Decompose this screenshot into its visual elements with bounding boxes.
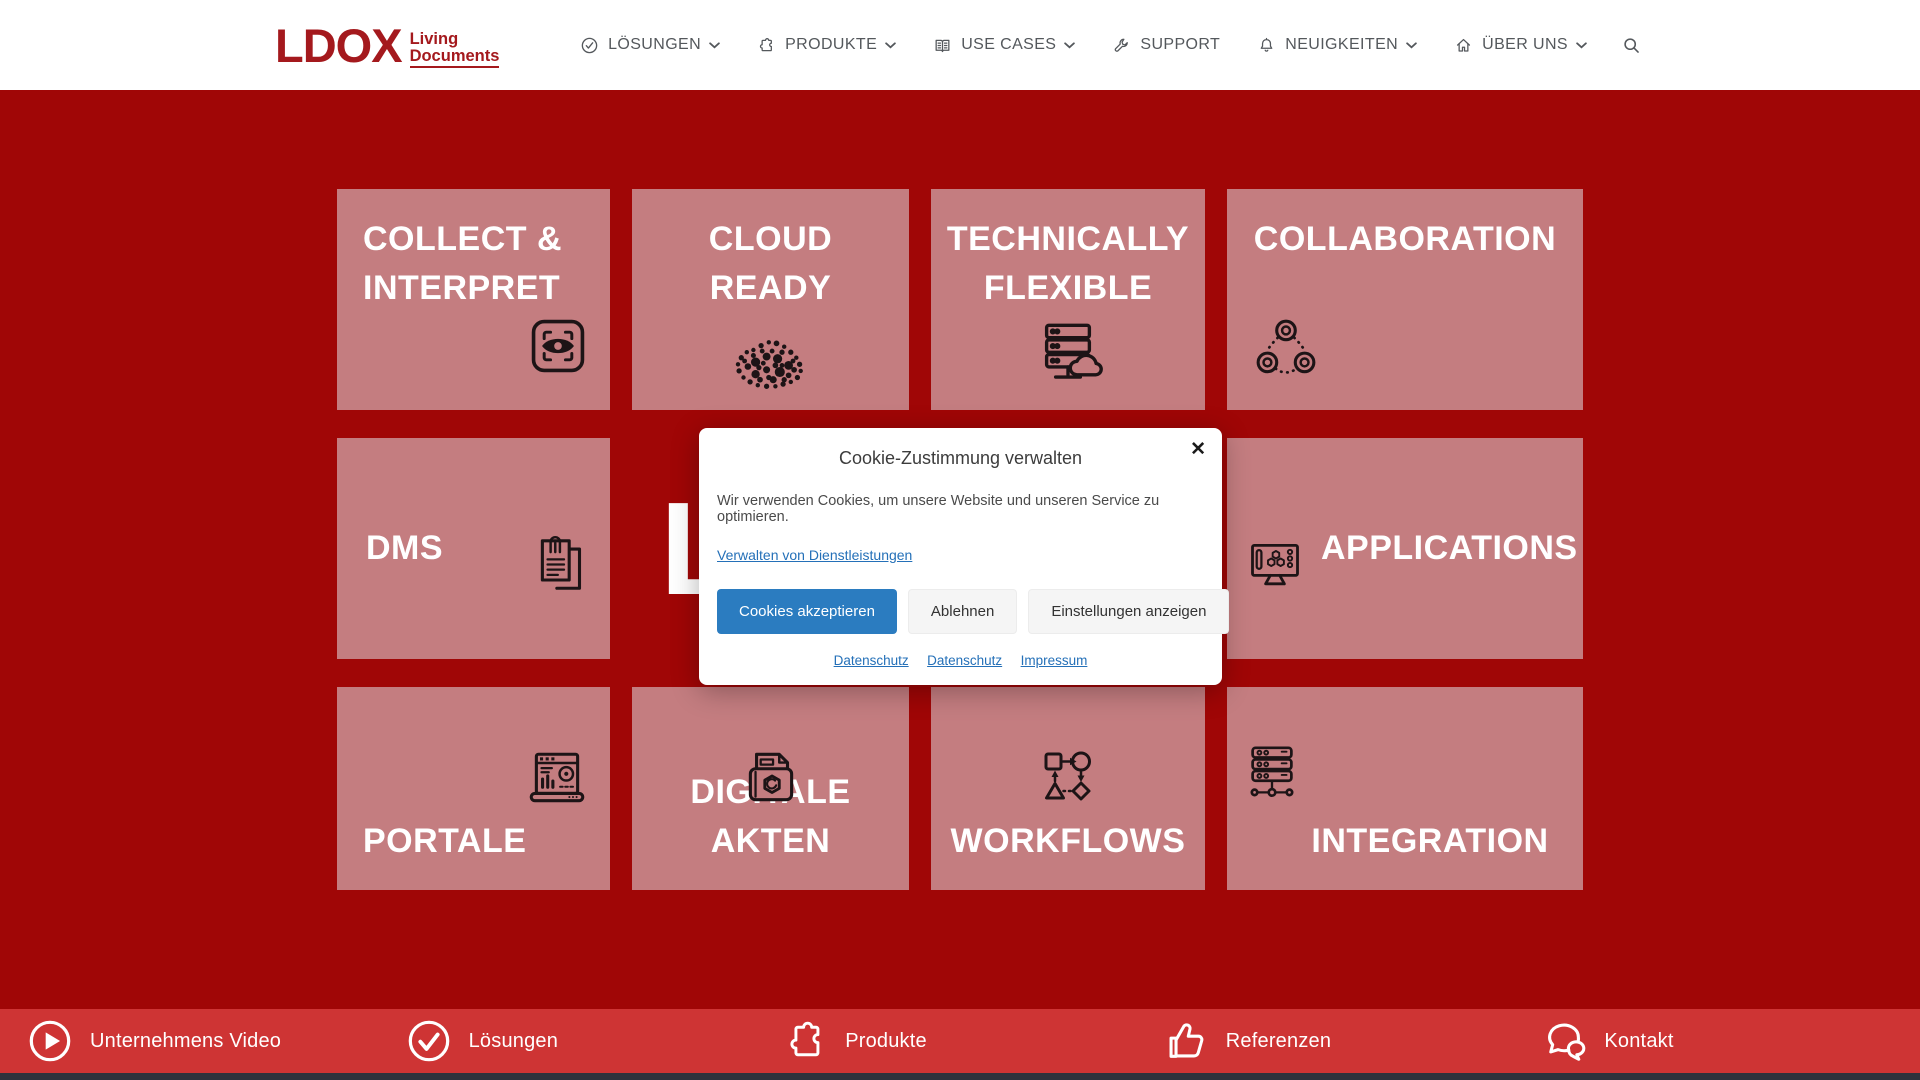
- chevron-down-icon: [1064, 42, 1075, 49]
- chat-bubbles-icon: [1541, 1018, 1587, 1064]
- linked-circles-icon: [1253, 267, 1319, 396]
- tile-integration[interactable]: INTEGRATION: [1227, 687, 1583, 890]
- dotted-cloud-icon: [727, 281, 815, 406]
- deny-button[interactable]: Ablehnen: [908, 589, 1017, 634]
- tile-label: PORTALE: [363, 817, 526, 866]
- play-circle-icon: [27, 1018, 73, 1064]
- monitor-apps-icon: [1245, 487, 1305, 610]
- bell-icon: [1257, 36, 1276, 55]
- tile-digitale-akten[interactable]: DIGITALE AKTEN: [632, 687, 909, 890]
- header: LDOX Living Documents LÖSUNGEN PRODUKTE …: [0, 0, 1920, 90]
- datenschutz-link-2[interactable]: Datenschutz: [927, 653, 1002, 668]
- accept-cookies-button[interactable]: Cookies akzeptieren: [717, 589, 897, 634]
- tile-workflows[interactable]: WORKFLOWS: [931, 687, 1205, 890]
- eye-scan-icon: [524, 263, 592, 394]
- puzzle-icon: [757, 36, 776, 55]
- chevron-down-icon: [885, 42, 896, 49]
- server-network-icon: [1241, 693, 1303, 818]
- footer-item-video[interactable]: Unternehmens Video: [27, 1018, 406, 1064]
- folder-document-icon: [738, 695, 804, 824]
- tile-label: APPLICATIONS: [1321, 524, 1578, 573]
- nav-item-ueber-uns[interactable]: ÜBER UNS: [1454, 36, 1587, 55]
- wrench-icon: [1112, 36, 1131, 55]
- tile-dms[interactable]: DMS: [337, 438, 610, 659]
- bottom-divider-strip: [0, 1073, 1920, 1080]
- tile-applications[interactable]: APPLICATIONS: [1227, 438, 1583, 659]
- server-cloud-icon: [1032, 265, 1104, 400]
- chevron-down-icon: [1576, 42, 1587, 49]
- search-icon: [1621, 35, 1642, 56]
- footer-item-referenzen[interactable]: Referenzen: [1163, 1018, 1542, 1064]
- chevron-down-icon: [709, 42, 720, 49]
- nav-item-neuigkeiten[interactable]: NEUIGKEITEN: [1257, 36, 1417, 55]
- laptop-dashboard-icon: [524, 697, 590, 826]
- dialog-footer-links: Datenschutz Datenschutz Impressum: [717, 652, 1204, 670]
- dialog-title: Cookie-Zustimmung verwalten: [717, 445, 1204, 469]
- logo-sub: Living Documents: [410, 31, 500, 65]
- footer-item-produkte[interactable]: Produkte: [784, 1019, 1163, 1063]
- tile-label: DMS: [337, 524, 443, 573]
- nav-item-use-cases[interactable]: USE CASES: [933, 36, 1075, 55]
- impressum-link[interactable]: Impressum: [1021, 653, 1088, 668]
- tile-label: INTEGRATION: [1277, 817, 1583, 866]
- nav-item-produkte[interactable]: PRODUKTE: [757, 36, 896, 55]
- footer-item-kontakt[interactable]: Kontakt: [1541, 1018, 1920, 1064]
- main-nav: LÖSUNGEN PRODUKTE USE CASES SUPPORT NEUI…: [543, 35, 1642, 56]
- search-button[interactable]: [1621, 35, 1642, 56]
- show-settings-button[interactable]: Einstellungen anzeigen: [1028, 589, 1229, 634]
- dialog-body-text: Wir verwenden Cookies, um unsere Website…: [717, 493, 1204, 525]
- nav-item-support[interactable]: SUPPORT: [1112, 36, 1220, 55]
- check-circle-icon: [406, 1018, 452, 1064]
- manage-services-link[interactable]: Verwalten von Dienstleistungen: [717, 547, 912, 563]
- cookie-consent-dialog: ✕ Cookie-Zustimmung verwalten Wir verwen…: [699, 428, 1222, 685]
- tile-collect-interpret[interactable]: COLLECT & INTERPRET: [337, 189, 610, 410]
- puzzle-icon: [784, 1019, 828, 1063]
- datenschutz-link[interactable]: Datenschutz: [834, 653, 909, 668]
- footer-item-loesungen[interactable]: Lösungen: [406, 1018, 785, 1064]
- documents-paperclip-icon: [530, 484, 596, 613]
- tile-cloud-ready[interactable]: CLOUD READY: [632, 189, 909, 410]
- thumbs-up-icon: [1163, 1018, 1209, 1064]
- nav-item-loesungen[interactable]: LÖSUNGEN: [580, 36, 720, 55]
- close-icon[interactable]: ✕: [1190, 440, 1206, 459]
- logo[interactable]: LDOX Living Documents: [275, 22, 499, 69]
- tile-label: COLLABORATION: [1227, 215, 1583, 264]
- logo-main: LDOX: [275, 22, 402, 69]
- tile-label: WORKFLOWS: [931, 817, 1205, 866]
- home-icon: [1454, 36, 1473, 55]
- tile-portale[interactable]: PORTALE: [337, 687, 610, 890]
- tile-collaboration[interactable]: COLLABORATION: [1227, 189, 1583, 410]
- tile-technically-flexible[interactable]: TECHNICALLY FLEXIBLE: [931, 189, 1205, 410]
- flowchart-icon: [1036, 697, 1100, 824]
- chevron-down-icon: [1406, 42, 1417, 49]
- footer-quicklinks-bar: Unternehmens Video Lösungen Produkte Ref…: [0, 1009, 1920, 1073]
- book-icon: [933, 36, 952, 55]
- check-circle-icon: [580, 36, 599, 55]
- dialog-buttons: Cookies akzeptieren Ablehnen Einstellung…: [717, 589, 1204, 634]
